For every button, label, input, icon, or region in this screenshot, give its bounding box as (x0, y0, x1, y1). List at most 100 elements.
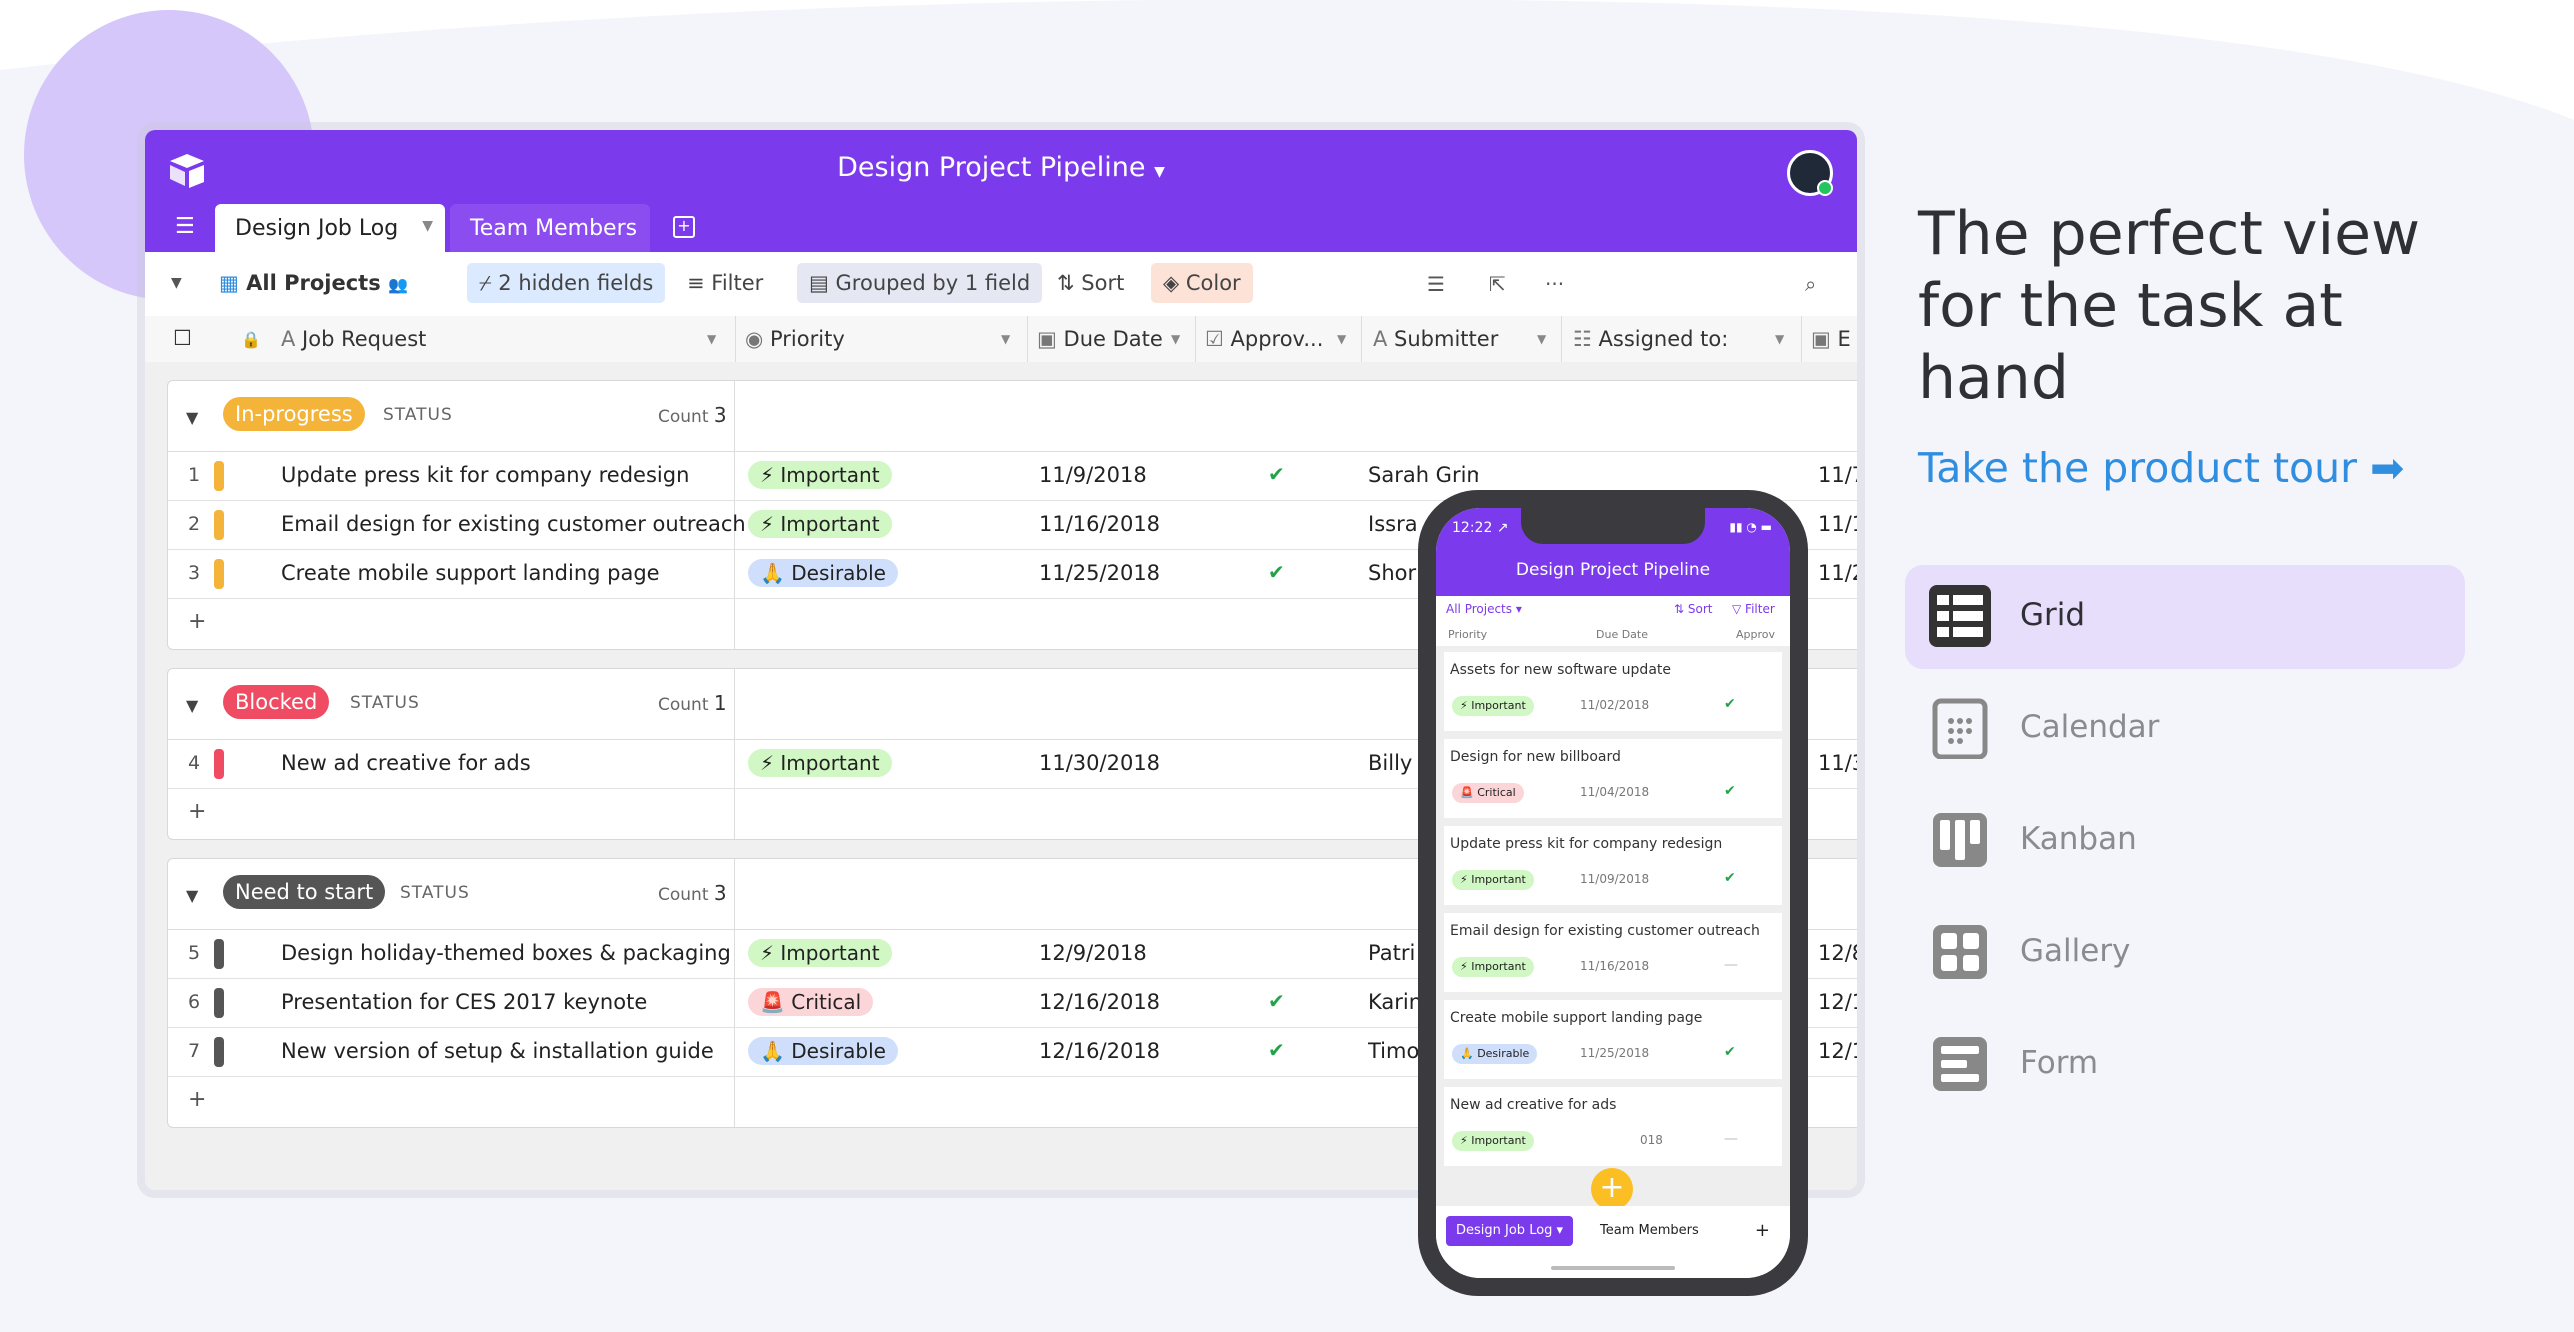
approved-check-icon[interactable]: ✔ (1268, 1038, 1285, 1062)
due-date-cell[interactable]: 11/9/2018 (1039, 463, 1147, 487)
extra-date-cell[interactable]: 11/2 (1818, 561, 1857, 585)
due-date-cell[interactable]: 11/25/2018 (1039, 561, 1160, 585)
view-option-gallery[interactable]: Gallery (1905, 901, 2465, 1005)
product-tour-link[interactable]: Take the product tour ➡ (1918, 444, 2404, 492)
chevron-down-icon[interactable]: ▼ (1001, 332, 1010, 346)
approved-check-icon[interactable]: ✔ (1268, 989, 1285, 1013)
phone-base-title[interactable]: Design Project Pipeline (1436, 560, 1790, 580)
due-date-cell[interactable]: 12/9/2018 (1039, 941, 1147, 965)
phone-view-switcher[interactable]: All Projects ▾ (1446, 602, 1522, 616)
job-request-cell[interactable]: Presentation for CES 2017 keynote (281, 990, 647, 1014)
view-switcher[interactable]: ▦ All Projects 👥 (207, 263, 420, 303)
search-icon[interactable]: ⌕ (1805, 272, 1816, 296)
phone-tab-design-job-log[interactable]: Design Job Log ▾ (1446, 1216, 1574, 1246)
tab-team-members[interactable]: Team Members (450, 204, 650, 252)
chevron-down-icon[interactable]: ▼ (707, 332, 716, 346)
phone-record-card[interactable]: New ad creative for ads ⚡ Important 018 … (1444, 1087, 1782, 1166)
extra-date-cell[interactable]: 11/7, (1818, 463, 1857, 487)
view-option-grid[interactable]: Grid (1905, 565, 2465, 669)
view-option-label: Kanban (2020, 821, 2137, 857)
card-priority-pill: ⚡ Important (1452, 1131, 1534, 1151)
menu-icon[interactable]: ☰ (175, 214, 195, 239)
tab-design-job-log[interactable]: Design Job Log ▼ (215, 204, 445, 252)
view-option-kanban[interactable]: Kanban (1905, 789, 2465, 893)
collapse-triangle-icon[interactable]: ▼ (186, 886, 198, 905)
group-header[interactable]: ▼ In-progress STATUS Count 3 (168, 381, 1857, 452)
phone-sort-button[interactable]: ⇅ Sort (1674, 602, 1712, 616)
extra-date-cell[interactable]: 11/1 (1818, 512, 1857, 536)
column-assigned-to[interactable]: ☷ Assigned to: (1573, 327, 1728, 351)
filter-button[interactable]: ≡ Filter (675, 263, 775, 303)
chevron-down-icon[interactable]: ▼ (422, 218, 433, 234)
avatar[interactable] (1787, 150, 1833, 196)
hidden-fields-button[interactable]: ⌿ 2 hidden fields (467, 263, 666, 303)
approved-check-icon[interactable]: ✔ (1268, 462, 1285, 486)
base-title[interactable]: Design Project Pipeline ▼ (145, 152, 1857, 183)
add-icon[interactable]: + (188, 799, 206, 824)
collapse-triangle-icon[interactable]: ▼ (186, 408, 198, 427)
due-date-cell[interactable]: 12/16/2018 (1039, 1039, 1160, 1063)
phone-column-label: Priority (1448, 628, 1488, 641)
phone-filter-button[interactable]: ▽ Filter (1732, 602, 1775, 616)
collapse-triangle-icon[interactable]: ▼ (186, 696, 198, 715)
priority-pill[interactable]: ⚡ Important (748, 510, 892, 538)
priority-pill[interactable]: ⚡ Important (748, 939, 892, 967)
column-due-date[interactable]: ▣ Due Date (1037, 327, 1163, 351)
phone-record-card[interactable]: Create mobile support landing page 🙏 Des… (1444, 1000, 1782, 1079)
chevron-down-icon[interactable]: ▼ (171, 263, 182, 303)
add-record-fab[interactable]: + (1591, 1168, 1633, 1210)
phone-record-card[interactable]: Design for new billboard 🚨 Critical 11/0… (1444, 739, 1782, 818)
chevron-down-icon[interactable]: ▼ (1171, 332, 1180, 346)
view-option-form[interactable]: Form (1905, 1013, 2465, 1117)
extra-date-cell[interactable]: 11/3 (1818, 751, 1857, 775)
job-request-cell[interactable]: New ad creative for ads (281, 751, 531, 775)
column-submitter[interactable]: A Submitter (1373, 327, 1498, 351)
count-label: Count (658, 695, 709, 715)
chevron-down-icon[interactable]: ▼ (1337, 332, 1346, 346)
phone-record-card[interactable]: Update press kit for company redesign ⚡ … (1444, 826, 1782, 905)
group-button[interactable]: ▤ Grouped by 1 field (797, 263, 1043, 303)
column-job-request[interactable]: A Job Request (281, 327, 426, 351)
extra-date-cell[interactable]: 12/1 (1818, 1039, 1857, 1063)
phone-record-card[interactable]: Email design for existing customer outre… (1444, 913, 1782, 992)
due-date-cell[interactable]: 11/16/2018 (1039, 512, 1160, 536)
priority-pill[interactable]: ⚡ Important (748, 461, 892, 489)
card-title: Email design for existing customer outre… (1450, 923, 1760, 939)
due-date-cell[interactable]: 12/16/2018 (1039, 990, 1160, 1014)
job-request-cell[interactable]: Design holiday-themed boxes & packaging (281, 941, 731, 965)
priority-pill[interactable]: 🙏 Desirable (748, 1037, 898, 1065)
column-e[interactable]: ▣ E (1811, 327, 1851, 351)
job-request-cell[interactable]: New version of setup & installation guid… (281, 1039, 714, 1063)
chevron-down-icon[interactable]: ▼ (1775, 332, 1784, 346)
extra-date-cell[interactable]: 12/8 (1818, 941, 1857, 965)
priority-pill[interactable]: 🚨 Critical (748, 988, 874, 1016)
sort-button[interactable]: ⇅ Sort (1045, 263, 1136, 303)
color-button[interactable]: ◈ Color (1151, 263, 1253, 303)
submitter-cell[interactable]: Sarah Grimaldi (1368, 463, 1478, 487)
row-number: 2 (188, 513, 201, 535)
column-approved[interactable]: ☑ Approv... (1205, 327, 1323, 351)
extra-date-cell[interactable]: 12/1 (1818, 990, 1857, 1014)
column-priority[interactable]: ◉ Priority (745, 327, 845, 351)
phone-record-card[interactable]: Assets for new software update ⚡ Importa… (1444, 652, 1782, 731)
phone-tab-team-members[interactable]: Team Members (1600, 1216, 1699, 1246)
select-all-checkbox[interactable]: ☐ (173, 326, 192, 350)
add-table-icon[interactable]: + (673, 216, 695, 238)
view-option-calendar[interactable]: Calendar (1905, 677, 2465, 781)
chevron-down-icon[interactable]: ▼ (1537, 332, 1546, 346)
row-height-icon[interactable]: ☰ (1427, 272, 1445, 296)
priority-pill[interactable]: 🙏 Desirable (748, 559, 898, 587)
share-icon[interactable]: ⇱ (1489, 272, 1506, 296)
add-icon[interactable]: + (188, 609, 206, 634)
due-date-cell[interactable]: 11/30/2018 (1039, 751, 1160, 775)
status-badge: In-progress (223, 397, 365, 431)
approved-check-icon[interactable]: ✔ (1268, 560, 1285, 584)
job-request-cell[interactable]: Update press kit for company redesign (281, 463, 689, 487)
job-request-cell[interactable]: Email design for existing customer outre… (281, 512, 746, 536)
grid-icon (1929, 585, 1991, 647)
add-icon[interactable]: + (188, 1087, 206, 1112)
job-request-cell[interactable]: Create mobile support landing page (281, 561, 660, 585)
more-icon[interactable]: ··· (1545, 272, 1564, 296)
phone-add-table-icon[interactable]: + (1755, 1216, 1770, 1246)
priority-pill[interactable]: ⚡ Important (748, 749, 892, 777)
